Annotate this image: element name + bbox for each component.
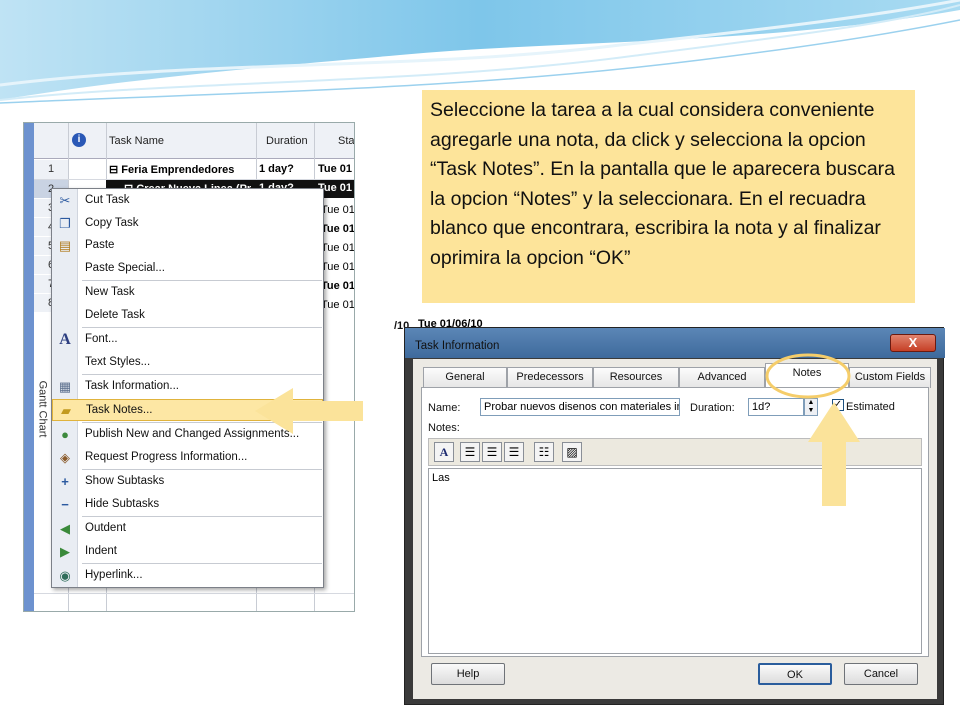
menu-item-delete-task[interactable]: Delete Task — [52, 305, 323, 327]
align-left-icon[interactable]: ☰ — [460, 442, 480, 462]
start-cell[interactable]: Tue 01 — [321, 223, 354, 235]
grid-header: i Task Name Duration Sta — [34, 123, 354, 159]
menu-item-new-task[interactable]: New Task — [52, 282, 323, 304]
duration-label: Duration: — [690, 402, 735, 414]
task-name-cell[interactable]: ⊟ Feria Emprendedores — [109, 163, 234, 176]
dialog-titlebar[interactable]: Task Information X — [405, 328, 945, 358]
pointer-arrow-left — [255, 388, 363, 434]
start-cell[interactable]: Tue 01 — [321, 299, 354, 311]
ok-button[interactable]: OK — [758, 663, 832, 685]
tab-resources[interactable]: Resources — [593, 367, 679, 388]
menu-separator — [82, 563, 322, 564]
align-right-icon[interactable]: ☰ — [504, 442, 524, 462]
menu-item-indent[interactable]: ▶ Indent — [52, 541, 323, 563]
menu-item-copy-task[interactable]: ❐ Copy Task — [52, 213, 323, 235]
menu-separator — [82, 280, 322, 281]
gantt-chart-label: Gantt Chart — [36, 380, 49, 438]
start-cell[interactable]: Tue 01 — [321, 204, 354, 216]
task-info-icon: ▦ — [58, 379, 72, 394]
tab-general[interactable]: General — [423, 367, 507, 388]
column-header-duration[interactable]: Duration — [266, 135, 308, 147]
insert-object-icon[interactable]: ▨ — [562, 442, 582, 462]
scissors-icon: ✂ — [59, 193, 71, 208]
menu-separator — [82, 327, 322, 328]
tab-custom-fields[interactable]: Custom Fields — [849, 367, 931, 388]
menu-item-text-styles[interactable]: Text Styles... — [52, 352, 323, 374]
menu-item-font[interactable]: A Font... — [52, 329, 323, 351]
column-header-task-name[interactable]: Task Name — [109, 135, 164, 147]
dialog-title: Task Information — [415, 340, 500, 352]
column-header-start[interactable]: Sta — [338, 135, 354, 147]
menu-separator — [82, 374, 322, 375]
close-button[interactable]: X — [890, 334, 936, 352]
menu-item-hide-subtasks[interactable]: − Hide Subtasks — [52, 494, 323, 516]
notes-tab-highlight-circle — [765, 353, 851, 399]
grid-fragment: /10 — [392, 318, 409, 458]
row-number[interactable]: 1 — [34, 160, 68, 179]
tab-advanced[interactable]: Advanced — [679, 367, 765, 388]
row-line — [34, 593, 354, 594]
menu-item-hyperlink[interactable]: ◉ Hyperlink... — [52, 565, 323, 587]
menu-item-cut-task[interactable]: ✂ Cut Task — [52, 190, 323, 212]
start-cell[interactable]: Tue 01 — [321, 280, 354, 292]
bullets-icon[interactable]: ☷ — [534, 442, 554, 462]
view-bar[interactable] — [24, 123, 34, 611]
publish-icon: ● — [61, 427, 69, 442]
hyperlink-icon: ◉ — [59, 568, 71, 583]
duration-field[interactable]: 1d? — [748, 398, 804, 416]
instruction-callout: Seleccione la tarea a la cual considera … — [422, 90, 915, 303]
name-field[interactable]: Probar nuevos disenos con materiales inn — [480, 398, 680, 416]
menu-item-request-progress[interactable]: ◈ Request Progress Information... — [52, 447, 323, 469]
align-center-icon[interactable]: ☰ — [482, 442, 502, 462]
paste-icon: ▤ — [58, 238, 72, 253]
help-button[interactable]: Help — [431, 663, 505, 685]
indent-icon: ▶ — [60, 544, 70, 559]
info-icon[interactable]: i — [72, 133, 86, 147]
task-information-dialog: Task Information X General Predecessors … — [404, 327, 945, 705]
menu-item-paste-special[interactable]: Paste Special... — [52, 258, 323, 280]
start-cell[interactable]: Tue 01 — [321, 261, 354, 273]
font-icon[interactable]: A — [434, 442, 454, 462]
slide: Seleccione la tarea a la cual considera … — [0, 0, 960, 720]
tab-predecessors[interactable]: Predecessors — [507, 367, 593, 388]
pointer-arrow-up — [808, 402, 860, 506]
menu-item-show-subtasks[interactable]: + Show Subtasks — [52, 471, 323, 493]
notes-label: Notes: — [428, 422, 460, 434]
instruction-text: Seleccione la tarea a la cual considera … — [430, 99, 896, 269]
menu-item-outdent[interactable]: ◀ Outdent — [52, 518, 323, 540]
font-icon: A — [59, 331, 71, 348]
note-icon: ▰ — [61, 403, 71, 418]
copy-icon: ❐ — [59, 216, 71, 231]
menu-separator — [82, 516, 322, 517]
minus-icon: − — [61, 497, 69, 512]
name-label: Name: — [428, 402, 461, 414]
plus-icon: + — [61, 474, 69, 489]
duration-cell[interactable]: 1 day? — [259, 163, 294, 175]
outdent-icon: ◀ — [60, 521, 70, 536]
request-icon: ◈ — [60, 450, 70, 465]
start-cell[interactable]: Tue 01 — [318, 163, 352, 175]
start-cell[interactable]: Tue 01 — [321, 242, 354, 254]
menu-separator — [82, 469, 322, 470]
menu-item-paste[interactable]: ▤ Paste — [52, 235, 323, 257]
cancel-button[interactable]: Cancel — [844, 663, 918, 685]
